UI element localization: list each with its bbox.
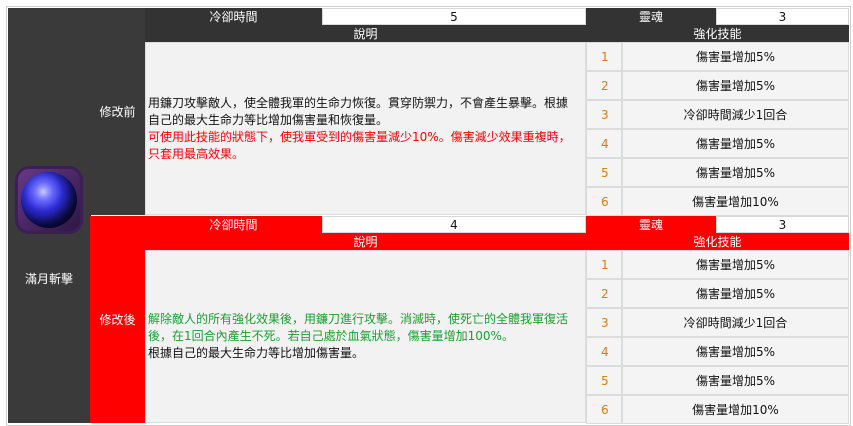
skill-column: 滿月斬擊 <box>8 8 91 423</box>
enhance-level: 3 <box>586 100 622 129</box>
enhance-level: 5 <box>586 366 622 395</box>
enhance-effect: 傷害量增加10% <box>622 187 849 216</box>
cooldown-value-after: 4 <box>322 216 586 233</box>
cooldown-label-after: 冷卻時間 <box>145 216 322 233</box>
desc-header-after: 說明 <box>145 233 586 250</box>
enhance-effect: 傷害量增加5% <box>622 129 849 158</box>
description-after: 解除敵人的所有強化效果後，用鐮刀進行攻擊。消滅時，使死亡的全體我軍復活後，在1回… <box>145 250 586 423</box>
soul-label-after: 靈魂 <box>586 216 716 233</box>
full-moon-icon <box>15 166 83 234</box>
enhance-level: 1 <box>586 250 622 279</box>
soul-label-before: 靈魂 <box>586 8 716 25</box>
enhance-effect: 傷害量增加5% <box>622 337 849 366</box>
enhance-level: 2 <box>586 71 622 100</box>
desc-line: 解除敵人的所有強化效果後，用鐮刀進行攻擊。消滅時，使死亡的全體我軍復活後，在1回… <box>148 312 569 343</box>
desc-line: 用鐮刀攻擊敵人，使全體我軍的生命力恢復。貫穿防禦力，不會產生暴擊。根據自己的最大… <box>148 95 569 127</box>
enhance-effect: 傷害量增加5% <box>622 250 849 279</box>
stage-before-label: 修改前 <box>90 8 146 215</box>
enhance-effect: 冷卻時間減少1回合 <box>622 308 849 337</box>
enhance-level: 4 <box>586 337 622 366</box>
desc-header-before: 說明 <box>145 25 586 42</box>
enhance-level: 5 <box>586 158 622 187</box>
desc-line: 可使用此技能的狀態下，使我軍受到的傷害量減少10%。傷害減少效果重複時，只套用最… <box>148 129 571 161</box>
enhance-level: 1 <box>586 42 622 71</box>
enhance-level: 6 <box>586 187 622 216</box>
enhance-header-before: 強化技能 <box>586 25 849 42</box>
enhance-effect: 傷害量增加5% <box>622 366 849 395</box>
enhance-header-after: 強化技能 <box>586 233 849 250</box>
soul-value-before: 3 <box>716 8 849 25</box>
enhance-effect: 傷害量增加5% <box>622 71 849 100</box>
enhance-level: 6 <box>586 395 622 424</box>
enhance-effect: 冷卻時間減少1回合 <box>622 100 849 129</box>
enhance-level: 2 <box>586 279 622 308</box>
enhance-effect: 傷害量增加5% <box>622 279 849 308</box>
enhance-level: 4 <box>586 129 622 158</box>
skill-name: 滿月斬擊 <box>24 272 73 286</box>
enhance-effect: 傷害量增加5% <box>622 42 849 71</box>
soul-value-after: 3 <box>716 216 849 233</box>
desc-line: 根據自己的最大生命力等比增加傷害量。 <box>148 346 365 360</box>
enhance-effect: 傷害量增加10% <box>622 395 849 424</box>
enhance-effect: 傷害量增加5% <box>622 158 849 187</box>
description-before: 用鐮刀攻擊敵人，使全體我軍的生命力恢復。貫穿防禦力，不會產生暴擊。根據自己的最大… <box>145 42 586 215</box>
stage-after-label: 修改後 <box>90 216 146 423</box>
enhance-level: 3 <box>586 308 622 337</box>
cooldown-label-before: 冷卻時間 <box>145 8 322 25</box>
cooldown-value-before: 5 <box>322 8 586 25</box>
